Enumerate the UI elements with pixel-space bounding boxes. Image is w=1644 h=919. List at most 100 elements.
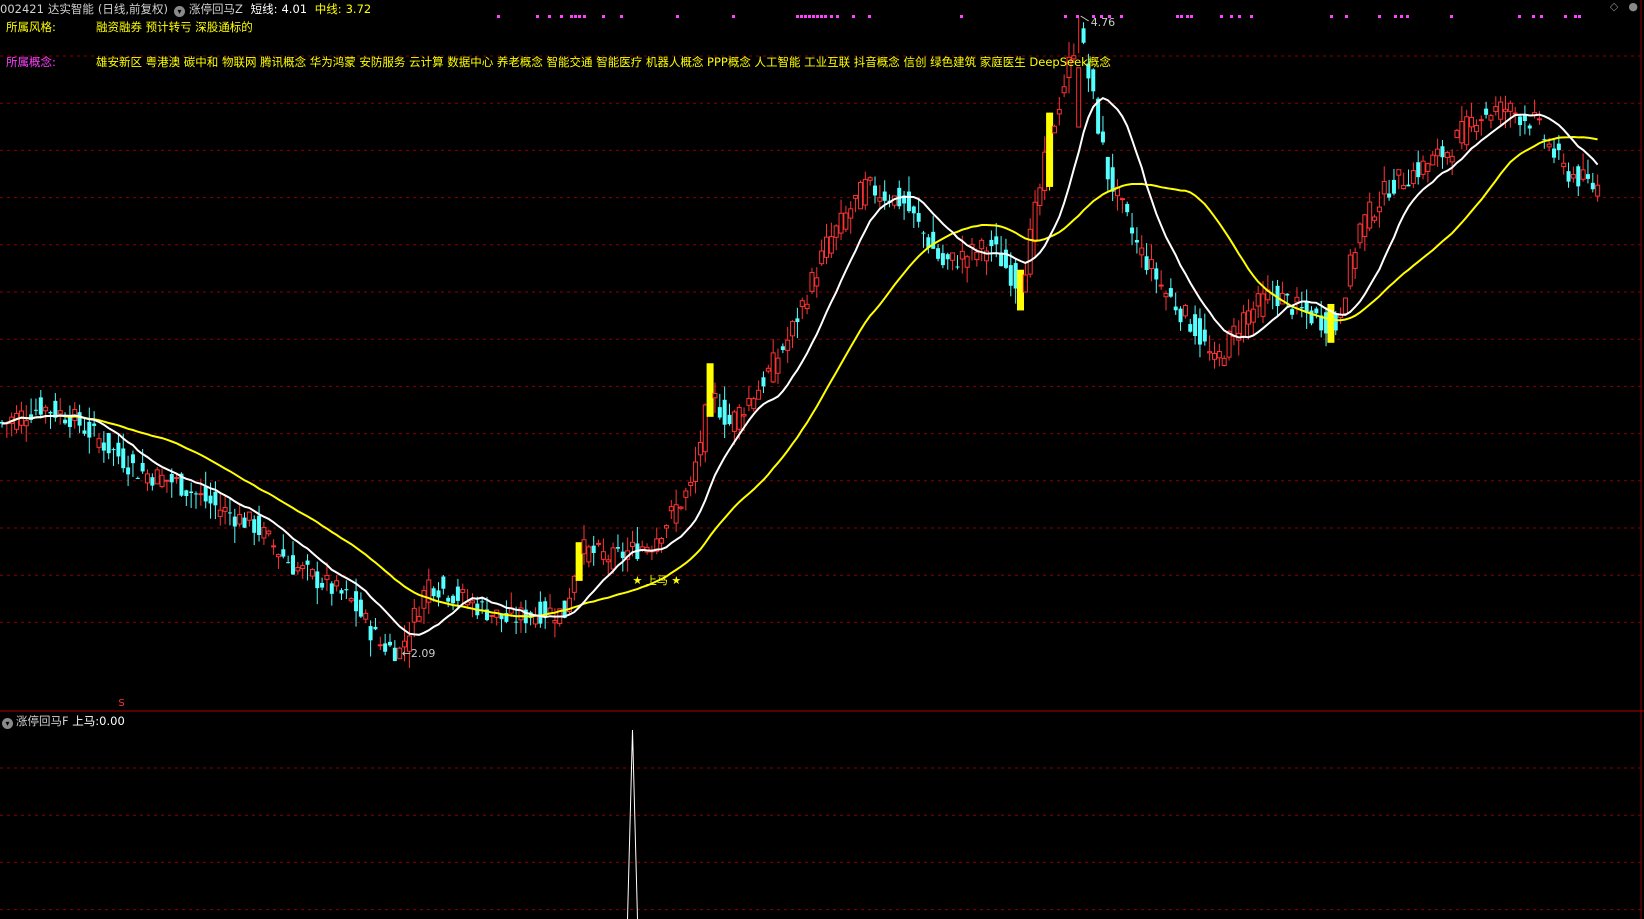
up-candle bbox=[1221, 357, 1227, 366]
up-candle bbox=[1342, 297, 1348, 315]
signal-dot bbox=[1450, 15, 1453, 18]
down-candle bbox=[780, 346, 785, 351]
down-candle bbox=[1154, 268, 1159, 280]
down-candle bbox=[194, 493, 198, 495]
down-candle bbox=[1440, 146, 1445, 158]
up-candle bbox=[663, 525, 669, 529]
down-candle bbox=[1333, 314, 1338, 331]
up-candle bbox=[295, 567, 301, 572]
down-candle bbox=[1130, 227, 1135, 234]
up-candle bbox=[964, 256, 970, 268]
down-candle bbox=[242, 517, 247, 528]
up-candle bbox=[581, 539, 587, 555]
window-buttons: ◇ ● bbox=[1600, 0, 1638, 14]
sub-indicator-dropdown-icon[interactable]: ▾ bbox=[2, 718, 13, 729]
signal-dot bbox=[796, 15, 799, 18]
sub-indicator-panel[interactable]: ▾ 涨停回马F 上马:0.00 bbox=[0, 712, 1644, 919]
up-candle bbox=[1498, 101, 1504, 120]
down-candle bbox=[1314, 308, 1319, 314]
signal-dot bbox=[560, 15, 563, 18]
down-candle bbox=[1285, 293, 1290, 296]
period-mode[interactable]: (日线,前复权) bbox=[98, 2, 168, 16]
down-candle bbox=[1105, 156, 1110, 180]
signal-dot bbox=[1186, 15, 1189, 18]
signal-dot bbox=[1540, 15, 1543, 18]
up-candle bbox=[678, 506, 684, 509]
circle-icon[interactable]: ● bbox=[1628, 0, 1638, 13]
up-candle bbox=[1570, 174, 1576, 179]
signal-dot bbox=[732, 15, 735, 18]
down-candle bbox=[1100, 131, 1105, 143]
down-candle bbox=[121, 448, 126, 469]
down-candle bbox=[63, 419, 68, 424]
up-candle bbox=[605, 559, 611, 563]
high-arrow bbox=[1080, 15, 1089, 22]
down-candle bbox=[916, 213, 921, 222]
down-candle bbox=[252, 519, 257, 533]
down-candle bbox=[1484, 108, 1489, 115]
signal-dot bbox=[1578, 15, 1581, 18]
up-candle bbox=[1241, 312, 1247, 337]
down-candle bbox=[591, 545, 596, 554]
signal-dot bbox=[574, 15, 577, 18]
up-candle bbox=[828, 236, 834, 254]
signal-dot bbox=[570, 15, 573, 18]
up-candle bbox=[1367, 201, 1373, 229]
up-candle bbox=[765, 367, 771, 372]
sub-indicator-chart[interactable] bbox=[0, 712, 1644, 919]
signal-dot bbox=[1180, 15, 1183, 18]
up-candle bbox=[275, 554, 281, 558]
sub-indicator-name[interactable]: 涨停回马F bbox=[16, 714, 69, 728]
up-candle bbox=[552, 620, 558, 624]
up-candle bbox=[819, 250, 825, 265]
down-candle bbox=[955, 266, 960, 268]
up-candle bbox=[736, 407, 742, 430]
up-candle bbox=[421, 590, 427, 609]
up-candle bbox=[363, 612, 369, 620]
down-candle bbox=[208, 495, 213, 504]
down-candle bbox=[1202, 329, 1207, 342]
up-candle bbox=[1425, 163, 1431, 172]
indicator-name[interactable]: 涨停回马Z bbox=[189, 2, 243, 16]
down-candle bbox=[291, 555, 295, 575]
down-candle bbox=[514, 621, 519, 623]
signal-dot bbox=[1250, 15, 1253, 18]
up-candle bbox=[741, 414, 747, 417]
down-candle bbox=[1144, 256, 1149, 271]
signal-dot bbox=[804, 15, 807, 18]
main-chart-panel[interactable]: 4.76 ←2.09 ★ 上马 ★ S 002421 达实智能 (日线,前复权) ▾ 涨停回马… bbox=[0, 0, 1644, 712]
diamond-icon[interactable]: ◇ bbox=[1610, 0, 1618, 13]
down-candle bbox=[169, 474, 174, 483]
up-candle bbox=[770, 352, 776, 383]
down-candle bbox=[189, 491, 194, 493]
up-candle bbox=[1352, 252, 1358, 269]
down-candle bbox=[77, 412, 82, 426]
down-candle bbox=[38, 397, 43, 415]
stock-name[interactable]: 达实智能 bbox=[48, 2, 94, 16]
mid-line-label: 中线: bbox=[314, 2, 342, 16]
up-candle bbox=[843, 212, 849, 230]
up-candle bbox=[668, 506, 674, 512]
up-candle bbox=[1372, 216, 1378, 221]
down-candle bbox=[1110, 167, 1115, 192]
indicator-dropdown-icon[interactable]: ▾ bbox=[174, 6, 186, 17]
up-candle bbox=[838, 212, 844, 234]
signal-dot bbox=[548, 15, 551, 18]
down-candle bbox=[281, 549, 286, 557]
up-candle bbox=[1255, 293, 1261, 307]
down-candle bbox=[126, 467, 131, 475]
up-candle bbox=[1056, 109, 1062, 115]
signal-dot bbox=[808, 15, 811, 18]
up-candle bbox=[1396, 169, 1402, 176]
down-candle bbox=[1518, 116, 1523, 126]
candlestick-chart[interactable]: 4.76 ←2.09 ★ 上马 ★ S bbox=[0, 0, 1644, 712]
signal-dot bbox=[1394, 15, 1397, 18]
down-candle bbox=[48, 411, 53, 414]
down-candle bbox=[111, 449, 116, 451]
up-candle bbox=[1469, 116, 1475, 128]
short-line-label: 短线: bbox=[250, 2, 278, 16]
up-candle bbox=[1536, 118, 1542, 121]
up-candle bbox=[804, 303, 810, 310]
up-candle bbox=[237, 513, 243, 525]
signal-dot bbox=[1378, 15, 1381, 18]
